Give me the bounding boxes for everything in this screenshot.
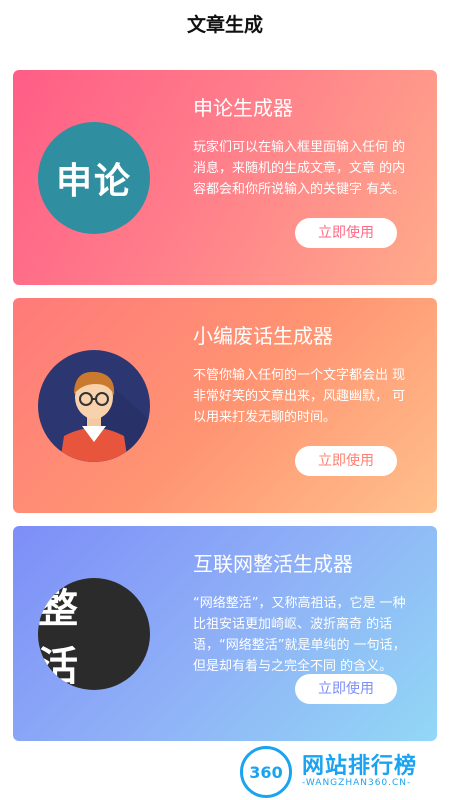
person-avatar-icon xyxy=(38,350,150,462)
zhenghuo-text-icon: 整 活 xyxy=(38,578,150,690)
page-title: 文章生成 xyxy=(186,14,263,36)
card-internet-zhenghuo-generator[interactable]: 整 活 互联网整活生成器 “网络整活”，又称高祖话，它是 一种比祖安话更加崎岖、… xyxy=(13,526,437,741)
card-title: 互联网整活生成器 xyxy=(193,552,353,576)
card-title: 申论生成器 xyxy=(193,96,293,120)
card-shenlun-generator[interactable]: 申论 申论生成器 玩家们可以在输入框里面输入任何 的消息，来随机的生成文章，文章… xyxy=(13,70,437,285)
logo-domain: -WANGZHAN360.CN- xyxy=(302,778,412,788)
use-now-button[interactable]: 立即使用 xyxy=(295,218,397,248)
person-illustration xyxy=(60,370,150,462)
use-now-button[interactable]: 立即使用 xyxy=(295,446,397,476)
watermark-logo: 360 网站排行榜 -WANGZHAN360.CN- xyxy=(240,746,450,798)
use-now-button[interactable]: 立即使用 xyxy=(295,674,397,704)
card-nonsense-generator[interactable]: 小编废话生成器 不管你输入任何的一个文字都会出 现非常好笑的文章出来，风趣幽默，… xyxy=(13,298,437,513)
card-description: “网络整活”，又称高祖话，它是 一种比祖安话更加崎岖、波折离奇 的话语，“网络整… xyxy=(193,596,406,674)
card-description: 不管你输入任何的一个文字都会出 现非常好笑的文章出来，风趣幽默， 可以用来打发无… xyxy=(193,368,406,425)
logo-name: 网站排行榜 xyxy=(302,754,418,779)
shenlun-text-icon: 申论 xyxy=(38,122,150,234)
zhenghuo-icon-label: 整 活 xyxy=(38,586,88,690)
shenlun-icon-label: 申论 xyxy=(55,161,132,202)
card-description: 玩家们可以在输入框里面输入任何 的消息，来随机的生成文章，文章 的内容都会和你所… xyxy=(193,140,406,197)
logo-badge-icon: 360 xyxy=(240,746,292,798)
card-title: 小编废话生成器 xyxy=(193,324,333,348)
